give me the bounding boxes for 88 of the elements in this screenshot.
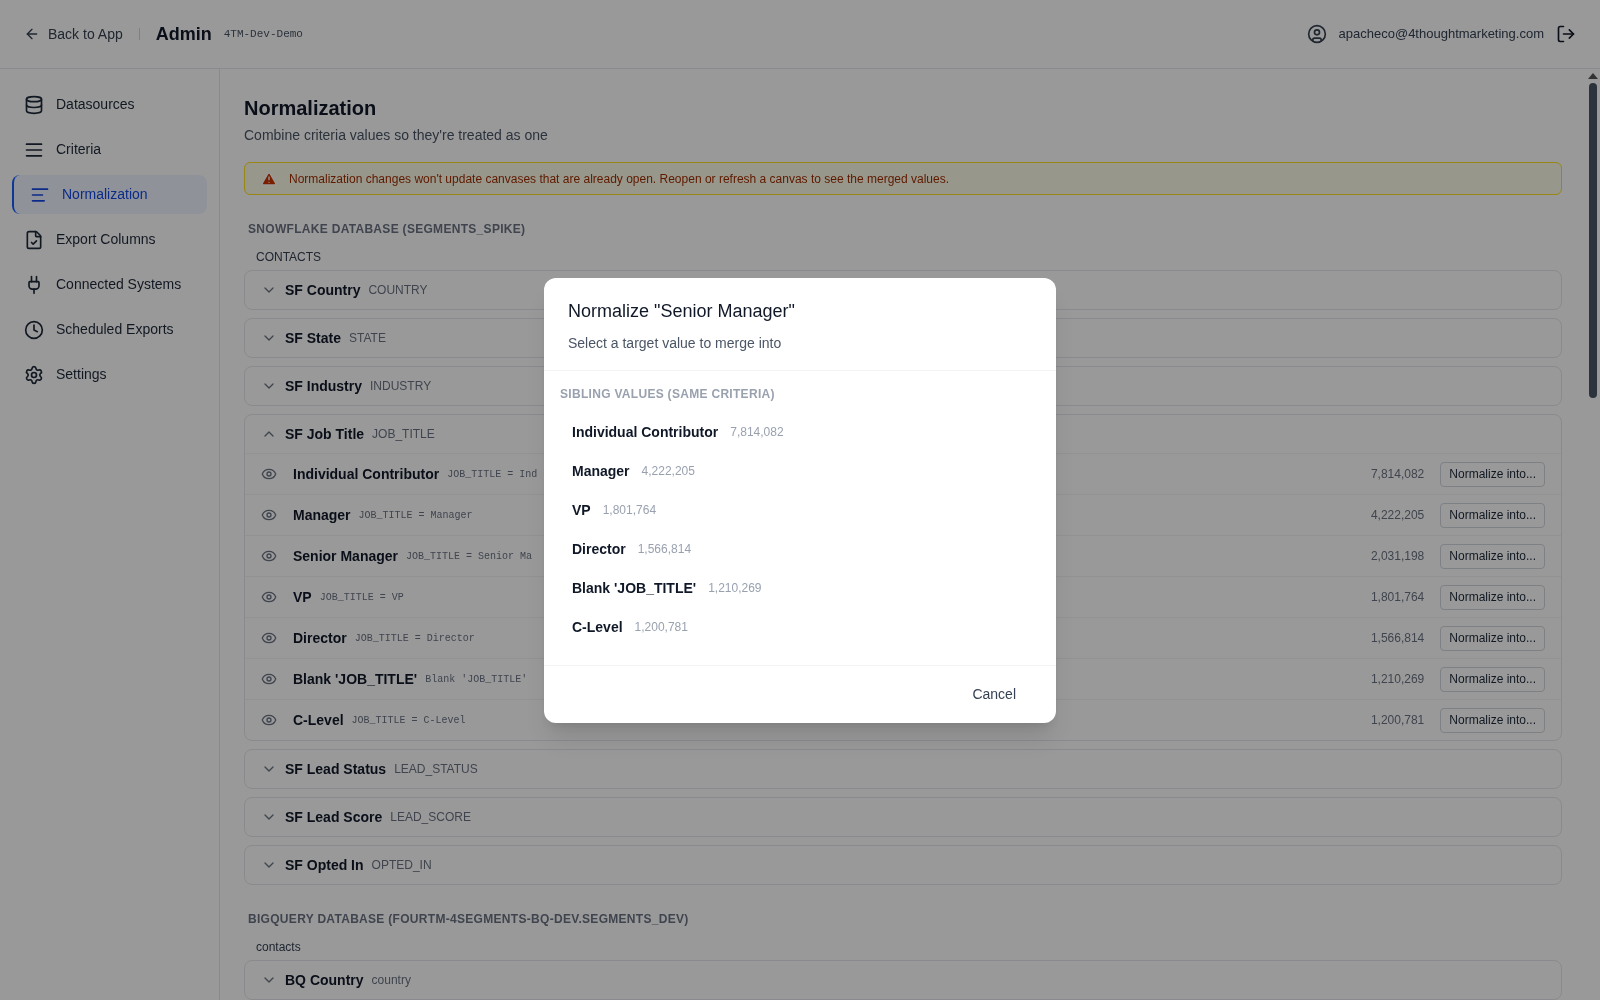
eye-icon[interactable]	[261, 712, 277, 728]
column-name: JOB_TITLE	[372, 426, 435, 443]
normalize-button[interactable]: Normalize into...	[1440, 584, 1545, 610]
value-expression: JOB_TITLE = Manager	[358, 508, 473, 523]
sidebar-item[interactable]: Settings	[12, 355, 207, 394]
normalize-button[interactable]: Normalize into...	[1440, 666, 1545, 692]
column-name: country	[371, 972, 411, 989]
user-avatar-icon	[1306, 24, 1327, 44]
page-title: Normalization	[244, 96, 378, 121]
eye-icon[interactable]	[261, 548, 277, 564]
normalize-button[interactable]: Normalize into...	[1440, 461, 1545, 487]
criteria-name[interactable]: SF Country	[285, 279, 361, 301]
database-icon	[24, 94, 44, 115]
criteria-name[interactable]: SF Lead Status	[285, 758, 387, 780]
normalize-button[interactable]: Normalize into...	[1440, 502, 1545, 528]
option-item[interactable]: Blank 'JOB_TITLE' 1,210,269	[560, 568, 1040, 608]
criteria-name[interactable]: SF Opted In	[285, 854, 364, 876]
criteria-name[interactable]: BQ Country	[285, 969, 364, 991]
column-name: LEAD_SCORE	[390, 809, 471, 826]
criteria-name[interactable]: SF Lead Score	[285, 806, 383, 828]
value-label: Blank 'JOB_TITLE'	[293, 669, 418, 689]
value-expression: JOB_TITLE = Senior Ma	[406, 549, 533, 564]
sidebar-item[interactable]: Scheduled Exports	[12, 310, 207, 349]
option-item[interactable]: Director 1,566,814	[560, 529, 1040, 569]
value-label: VP	[293, 587, 312, 607]
warning-icon	[261, 170, 277, 187]
column-name: OPTED_IN	[371, 857, 432, 874]
criteria-name[interactable]: SF State	[285, 327, 341, 349]
normalize-button[interactable]: Normalize into...	[1440, 625, 1545, 651]
group-heading: SIBLING VALUES (SAME CRITERIA)	[560, 385, 776, 403]
value-label: Senior Manager	[293, 546, 399, 566]
eye-icon[interactable]	[261, 671, 277, 687]
option-item[interactable]: Individual Contributor 7,814,082	[560, 412, 1040, 452]
logout-icon[interactable]	[1556, 24, 1576, 44]
sidebar-item[interactable]: Datasources	[12, 85, 207, 124]
value-count: 1,210,269	[1370, 671, 1425, 688]
workspace-name: 4TM-Dev-Demo	[223, 26, 303, 42]
settings-icon	[24, 364, 44, 385]
clock-icon	[24, 319, 44, 340]
value-count: 1,801,764	[1370, 589, 1425, 606]
value-expression: JOB_TITLE = Director	[354, 631, 475, 646]
criteria-name[interactable]: SF Job Title	[285, 423, 365, 445]
normalize-button[interactable]: Normalize into...	[1440, 543, 1545, 569]
table-name: contacts	[255, 939, 302, 956]
value-count: 1,566,814	[1370, 630, 1425, 647]
dialog-subtitle: Select a target value to merge into	[568, 333, 783, 353]
app-title: Admin	[155, 22, 212, 46]
option-item[interactable]: VP 1,801,764	[560, 490, 1040, 530]
scroll-up-arrow-icon[interactable]	[1588, 73, 1598, 79]
value-expression: JOB_TITLE = C-Level	[351, 713, 466, 728]
dialog-title: Normalize "Senior Manager"	[568, 299, 796, 323]
page-subtitle: Combine criteria values so they're treated as one	[244, 126, 549, 145]
sidebar-item[interactable]: Export Columns	[12, 220, 207, 259]
value-count: 4,222,205	[1370, 507, 1425, 524]
column-name: INDUSTRY	[370, 378, 432, 395]
scrollbar-thumb[interactable]	[1589, 83, 1597, 398]
eye-icon[interactable]	[261, 589, 277, 605]
value-expression: JOB_TITLE = Ind	[447, 467, 538, 482]
option-item[interactable]: C-Level 1,200,781	[560, 607, 1040, 647]
column-name: STATE	[349, 330, 386, 347]
column-name: COUNTRY	[368, 282, 428, 299]
value-label: Manager	[293, 505, 351, 525]
normalize-button[interactable]: Normalize into...	[1440, 707, 1545, 733]
eye-icon[interactable]	[261, 466, 277, 482]
sidebar-item[interactable]: Criteria	[12, 130, 207, 169]
sidebar-item[interactable]: Normalization	[12, 175, 207, 214]
cancel-button[interactable]: Cancel	[956, 677, 1032, 711]
value-count: 2,031,198	[1370, 548, 1425, 565]
option-item[interactable]: Manager 4,222,205	[560, 451, 1040, 491]
user-email: apacheco@4thoughtmarketing.com	[1338, 25, 1544, 44]
criteria-name[interactable]: SF Industry	[285, 375, 362, 397]
sidebar-item[interactable]: Connected Systems	[12, 265, 207, 304]
value-label: Individual Contributor	[293, 464, 440, 484]
eye-icon[interactable]	[261, 630, 277, 646]
back-link[interactable]: Back to App	[24, 23, 123, 45]
section-heading: BIGQUERY DATABASE (FOURTM-4SEGMENTS-BQ-DEV.SEGMENTS_DEV)	[247, 911, 690, 928]
value-label: C-Level	[293, 710, 344, 730]
value-label: Director	[293, 628, 347, 648]
section-heading: SNOWFLAKE DATABASE (SEGMENTS_SPIKE)	[247, 221, 527, 238]
value-expression: Blank 'JOB_TITLE'	[425, 672, 528, 687]
column-name: LEAD_STATUS	[394, 761, 478, 778]
file-check-icon	[24, 229, 44, 250]
value-count: 1,200,781	[1370, 712, 1425, 729]
value-expression: JOB_TITLE = VP	[319, 590, 404, 605]
table-name: CONTACTS	[255, 249, 323, 266]
warning-text: Normalization changes won't update canvases that are already open. Reopen or refresh a canvas to see the merged values.	[289, 170, 950, 188]
value-count: 7,814,082	[1370, 466, 1425, 483]
eye-icon[interactable]	[261, 507, 277, 523]
